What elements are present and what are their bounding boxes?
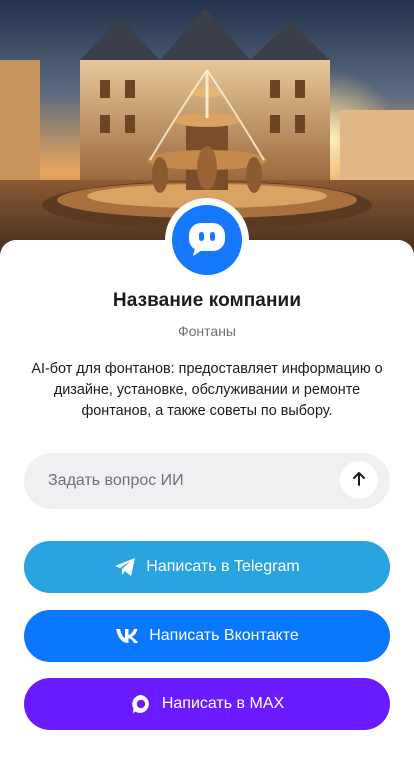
write-max-label: Написать в MAX [161, 695, 285, 712]
company-description: AI-бот для фонтанов: предоставляет инфор… [31, 361, 383, 419]
ask-ai-field [24, 453, 390, 509]
write-max-button[interactable]: Написать в MAX [24, 678, 390, 730]
ask-ai-input[interactable] [48, 453, 348, 509]
max-icon [130, 693, 152, 715]
vk-icon [115, 628, 139, 644]
telegram-icon [114, 557, 136, 577]
avatar [172, 205, 242, 275]
company-name: Название компании [112, 290, 302, 311]
arrow-up-icon [350, 470, 368, 491]
company-category: Фонтаны [178, 323, 236, 339]
write-telegram-button[interactable]: Написать в Telegram [24, 541, 390, 593]
write-vk-label: Написать Вконтакте [149, 627, 299, 644]
chat-bubble-icon [187, 218, 227, 263]
write-telegram-label: Написать в Telegram [146, 558, 300, 575]
write-vk-button[interactable]: Написать Вконтакте [24, 610, 390, 662]
send-button[interactable] [340, 461, 378, 499]
